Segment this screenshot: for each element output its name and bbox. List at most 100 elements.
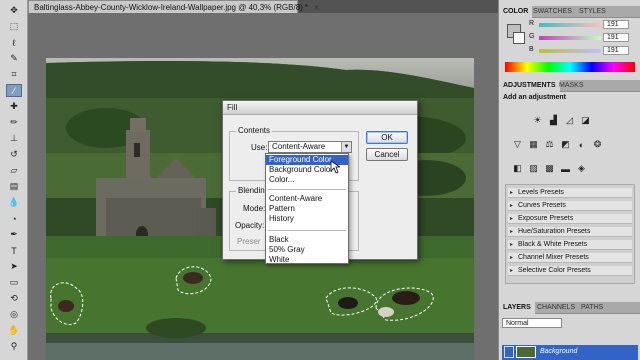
- dodge-tool-icon[interactable]: ◔: [6, 212, 22, 225]
- tab-paths[interactable]: PATHS: [577, 302, 607, 314]
- brightness-contrast-icon[interactable]: ☀: [531, 114, 544, 127]
- layer-thumbnail: [516, 346, 536, 358]
- preset-curves[interactable]: Curves Presets: [508, 201, 632, 211]
- mode-label: Mode:: [243, 204, 266, 213]
- mouse-cursor-icon: [330, 160, 340, 174]
- panels-dock: COLOR SWATCHES STYLES R 191 G 191 B 191 …: [498, 0, 640, 360]
- path-select-icon[interactable]: ➤: [6, 260, 22, 273]
- eraser-tool-icon[interactable]: ▱: [6, 164, 22, 177]
- hue-saturation-icon[interactable]: ▦: [527, 138, 540, 151]
- tab-swatches[interactable]: SWATCHES: [529, 6, 576, 18]
- vibrance-icon[interactable]: ▽: [511, 138, 524, 151]
- tab-masks[interactable]: MASKS: [555, 80, 588, 92]
- photoshop-window: ✥ ⬚ ℓ ✎ ⌗ ⁄ ✚ ✏ ⊥ ↺ ▱ ▤ 💧 ◔ ✒ T ➤ ▭ ⟲ ◎ …: [0, 0, 640, 360]
- tab-adjustments[interactable]: ADJUSTMENTS: [499, 80, 560, 92]
- green-slider-track[interactable]: [539, 36, 601, 40]
- gradient-tool-icon[interactable]: ▤: [6, 180, 22, 193]
- photo-filter-icon[interactable]: ◐: [575, 138, 588, 151]
- curves-icon[interactable]: ◿: [563, 114, 576, 127]
- shape-tool-icon[interactable]: ▭: [6, 276, 22, 289]
- zoom-tool-icon[interactable]: ⚲: [6, 340, 22, 353]
- layer-row-background[interactable]: Background: [502, 345, 638, 360]
- preserve-transparency-checkbox[interactable]: Preser: [237, 237, 261, 246]
- layers-panel-tabs: LAYERS CHANNELS PATHS: [499, 302, 640, 314]
- threshold-icon[interactable]: ▩: [543, 162, 556, 175]
- blue-slider[interactable]: B 191: [505, 46, 635, 56]
- option-content-aware[interactable]: Content-Aware: [266, 194, 348, 204]
- color-balance-icon[interactable]: ⚖: [543, 138, 556, 151]
- tab-styles[interactable]: STYLES: [575, 6, 610, 18]
- exposure-icon[interactable]: ◪: [579, 114, 592, 127]
- green-slider[interactable]: G 191: [505, 33, 635, 43]
- option-white[interactable]: White: [266, 255, 348, 265]
- option-pattern[interactable]: Pattern: [266, 204, 348, 214]
- quick-select-tool-icon[interactable]: ✎: [6, 52, 22, 65]
- close-icon[interactable]: ×: [314, 3, 319, 12]
- 3d-rotate-icon[interactable]: ⟲: [6, 292, 22, 305]
- channel-g-label: G: [529, 33, 535, 40]
- clone-stamp-icon[interactable]: ⊥: [6, 132, 22, 145]
- blue-slider-track[interactable]: [539, 49, 601, 53]
- dropdown-divider: [268, 230, 346, 231]
- history-brush-icon[interactable]: ↺: [6, 148, 22, 161]
- option-black[interactable]: Black: [266, 235, 348, 245]
- gradient-map-icon[interactable]: ▬: [559, 162, 572, 175]
- move-tool-icon[interactable]: ✥: [6, 4, 22, 17]
- ok-button[interactable]: OK: [366, 131, 408, 144]
- document-title: Baltinglass-Abbey-County-Wicklow-Ireland…: [34, 2, 309, 12]
- blend-mode-value: Normal: [506, 320, 529, 327]
- cancel-button[interactable]: Cancel: [366, 148, 408, 161]
- preset-selective-color[interactable]: Selective Color Presets: [508, 266, 632, 276]
- option-50-gray[interactable]: 50% Gray: [266, 245, 348, 255]
- eye-icon[interactable]: [504, 346, 514, 358]
- preset-hue-saturation[interactable]: Hue/Saturation Presets: [508, 227, 632, 237]
- preset-exposure[interactable]: Exposure Presets: [508, 214, 632, 224]
- brush-tool-icon[interactable]: ✏: [6, 116, 22, 129]
- blue-value-input[interactable]: 191: [603, 46, 629, 55]
- use-label: Use:: [251, 143, 268, 152]
- tab-channels[interactable]: CHANNELS: [533, 302, 579, 314]
- dropdown-divider: [268, 189, 346, 190]
- lasso-tool-icon[interactable]: ℓ: [6, 36, 22, 49]
- use-select-value: Content-Aware: [272, 142, 326, 151]
- type-tool-icon[interactable]: T: [6, 244, 22, 257]
- preset-black-white[interactable]: Black & White Presets: [508, 240, 632, 250]
- use-select[interactable]: Content-Aware ▼: [268, 141, 352, 153]
- red-slider-track[interactable]: [539, 23, 601, 27]
- healing-brush-icon[interactable]: ✚: [6, 100, 22, 113]
- pen-tool-icon[interactable]: ✒: [6, 228, 22, 241]
- option-color[interactable]: Color...: [266, 175, 348, 185]
- contents-label: Contents: [236, 126, 273, 135]
- option-history[interactable]: History: [266, 214, 348, 224]
- red-value-input[interactable]: 191: [603, 20, 629, 29]
- channel-mixer-icon[interactable]: ❂: [591, 138, 604, 151]
- adjustments-heading: Add an adjustment: [503, 94, 567, 101]
- levels-icon[interactable]: ▟: [547, 114, 560, 127]
- crop-tool-icon[interactable]: ⌗: [6, 68, 22, 81]
- blend-mode-select[interactable]: Normal: [502, 318, 562, 328]
- color-spectrum-bar[interactable]: [505, 62, 635, 72]
- tools-panel: ✥ ⬚ ℓ ✎ ⌗ ⁄ ✚ ✏ ⊥ ↺ ▱ ▤ 💧 ◔ ✒ T ➤ ▭ ⟲ ◎ …: [0, 0, 28, 360]
- preset-levels[interactable]: Levels Presets: [508, 188, 632, 198]
- green-value-input[interactable]: 191: [603, 33, 629, 42]
- posterize-icon[interactable]: ▨: [527, 162, 540, 175]
- chevron-down-icon[interactable]: ▼: [341, 142, 351, 152]
- color-panel-tabs: COLOR SWATCHES STYLES: [499, 6, 640, 18]
- preset-channel-mixer[interactable]: Channel Mixer Presets: [508, 253, 632, 263]
- black-white-icon[interactable]: ◩: [559, 138, 572, 151]
- marquee-tool-icon[interactable]: ⬚: [6, 20, 22, 33]
- opacity-label: Opacity:: [235, 221, 265, 230]
- layer-name: Background: [540, 348, 578, 355]
- blur-tool-icon[interactable]: 💧: [6, 196, 22, 209]
- selective-color-icon[interactable]: ◈: [575, 162, 588, 175]
- eyedropper-tool-icon[interactable]: ⁄: [6, 84, 22, 97]
- 3d-camera-icon[interactable]: ◎: [6, 308, 22, 321]
- invert-icon[interactable]: ◧: [511, 162, 524, 175]
- document-tab[interactable]: Baltinglass-Abbey-County-Wicklow-Ireland…: [28, 0, 319, 13]
- tab-color[interactable]: COLOR: [499, 6, 533, 18]
- hand-tool-icon[interactable]: ✋: [6, 324, 22, 337]
- tab-layers[interactable]: LAYERS: [499, 302, 535, 314]
- red-slider[interactable]: R 191: [505, 20, 635, 30]
- adjustments-panel-tabs: ADJUSTMENTS MASKS: [499, 80, 640, 92]
- dialog-title[interactable]: Fill: [223, 101, 417, 115]
